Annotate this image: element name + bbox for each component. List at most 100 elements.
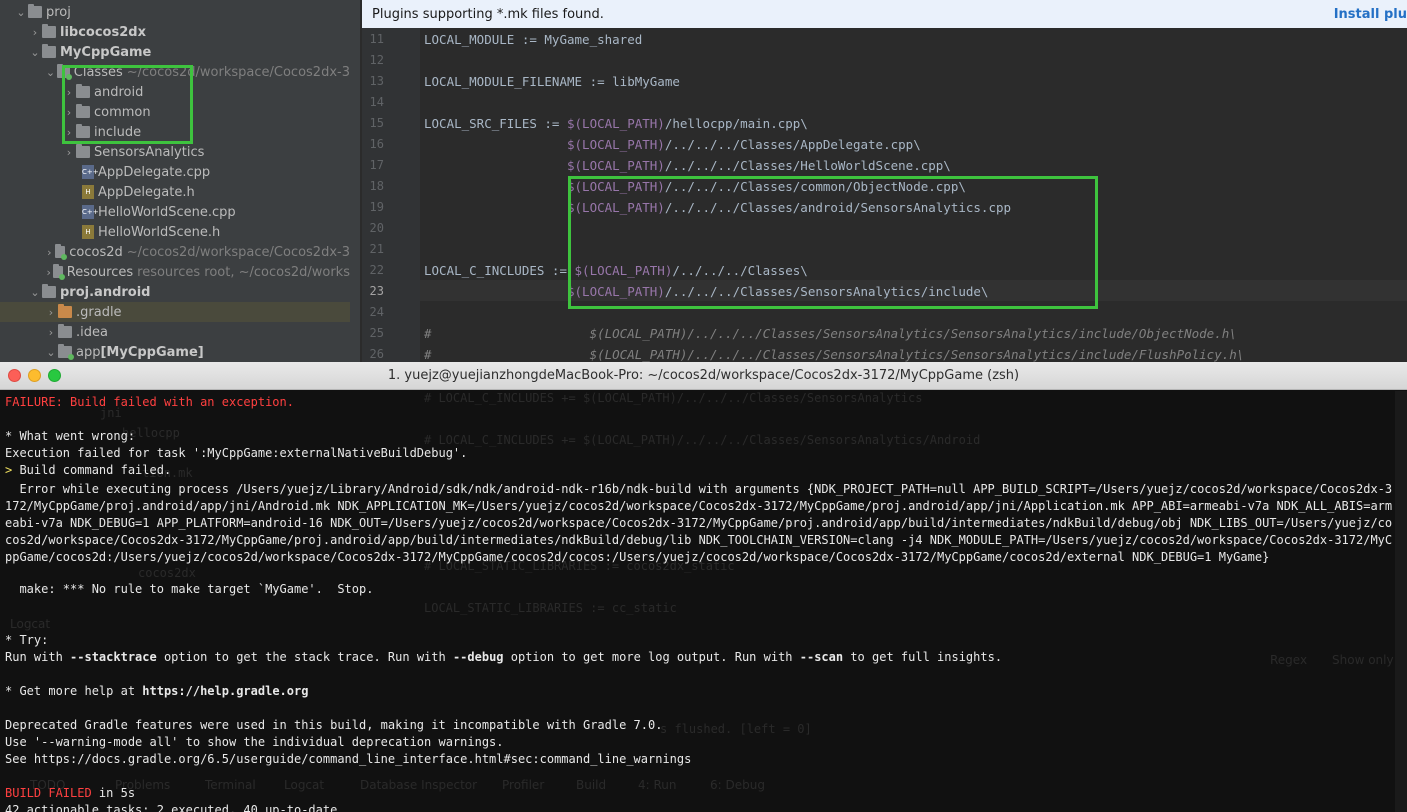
folder-icon [58, 344, 74, 360]
folder-icon [76, 144, 90, 158]
try-heading: * Try: [5, 633, 49, 647]
tree-item-proj-android[interactable]: ⌄ proj.android [0, 282, 350, 302]
tree-item-idea[interactable]: › .idea [0, 322, 350, 342]
tree-item-resources[interactable]: › Resources resources root, ~/cocos2d/wo… [0, 262, 350, 282]
folder-icon [42, 44, 56, 58]
ghost-text: # LOCAL_C_INCLUDES += $(LOCAL_PATH)/../.… [424, 433, 981, 447]
ghost-text: cocos2dx [138, 566, 196, 580]
tree-item-mycppgame[interactable]: ⌄ MyCppGame [0, 42, 350, 62]
code-editor[interactable]: Plugins supporting *.mk files found. Ins… [362, 0, 1407, 362]
code-var: $(LOCAL_PATH) [567, 116, 665, 131]
ghost-text: 4: Run [638, 778, 677, 792]
scan-flag: --scan [799, 650, 844, 664]
tree-item-appdelegate-h[interactable]: H AppDelegate.h [0, 182, 350, 202]
folder-icon [58, 324, 72, 338]
highlight-box [62, 65, 193, 144]
tree-item-proj[interactable]: ⌄ proj [0, 2, 350, 22]
tree-item-app[interactable]: ⌄ app [MyCppGame] [0, 342, 350, 362]
chevron-down-icon[interactable]: ⌄ [44, 346, 58, 359]
chevron-right-icon[interactable]: › [28, 26, 42, 39]
chevron-right-icon[interactable]: › [44, 306, 58, 319]
see-docs-line: See https://docs.gradle.org/6.5/userguid… [5, 752, 692, 766]
line-number: 17 [369, 158, 384, 172]
run-text: option to get more log output. Run with [503, 650, 800, 664]
help-url[interactable]: https://help.gradle.org [142, 684, 308, 698]
code-text: LOCAL_MODULE := MyGame_shared [424, 32, 643, 47]
ghost-text: # LOCAL_C_INCLUDES += $(LOCAL_PATH)/../.… [424, 391, 923, 405]
close-icon[interactable] [8, 369, 21, 382]
tasks-line: 42 actionable tasks: 2 executed, 40 up-t… [5, 803, 338, 812]
tree-item-sensorsanalytics[interactable]: › SensorsAnalytics [0, 142, 350, 162]
code-text: LOCAL_C_INCLUDES := [424, 263, 575, 278]
tree-item-gradle[interactable]: › .gradle [0, 302, 350, 322]
terminal-scrollbar[interactable] [1395, 391, 1407, 812]
run-text: to get full insights. [843, 650, 1003, 664]
code-line-15: LOCAL_SRC_FILES := $(LOCAL_PATH)/hellocp… [424, 116, 808, 131]
ghost-text: LOCAL_STATIC_LIBRARIES := cc_static [424, 601, 677, 615]
tree-item-helloworldscene-cpp[interactable]: C++ HelloWorldScene.cpp [0, 202, 350, 222]
chevron-down-icon[interactable]: ⌄ [28, 46, 42, 59]
code-line-17: $(LOCAL_PATH)/../../../Classes/HelloWorl… [424, 158, 951, 173]
minimize-icon[interactable] [28, 369, 41, 382]
highlight-box [568, 176, 1098, 309]
code-text: LOCAL_MODULE_FILENAME := libMyGame [424, 74, 680, 89]
terminal-titlebar: 1. yuejz@yuejianzhongdeMacBook-Pro: ~/co… [0, 362, 1407, 390]
line-number: 14 [369, 95, 384, 109]
line-number: 13 [369, 74, 384, 88]
tree-item-appdelegate-cpp[interactable]: C++ AppDelegate.cpp [0, 162, 350, 182]
build-command-text: Build command failed. [12, 463, 172, 477]
tree-item-hint: [MyCppGame] [100, 344, 204, 360]
tree-item-label: app [76, 344, 101, 360]
code-text: /../../../Classes/HelloWorldScene.cpp\ [664, 158, 951, 173]
ghost-text: Regex [1270, 653, 1308, 667]
ghost-text: Show only [1332, 653, 1394, 667]
folder-icon [42, 284, 56, 298]
ghost-text: Build [576, 778, 607, 792]
deprecated-line: Deprecated Gradle features were used in … [5, 718, 663, 732]
chevron-down-icon[interactable]: ⌄ [28, 286, 42, 299]
warning-mode-line: Use '--warning-mode all' to show the ind… [5, 735, 504, 749]
line-number: 19 [369, 200, 384, 214]
folder-icon [54, 244, 67, 260]
chevron-down-icon[interactable]: ⌄ [14, 6, 28, 19]
stacktrace-flag: --stacktrace [70, 650, 157, 664]
ghost-text: Profiler [502, 778, 545, 792]
zoom-icon[interactable] [48, 369, 61, 382]
line-number: 15 [369, 116, 384, 130]
tree-item-libcocos2dx[interactable]: › libcocos2dx [0, 22, 350, 42]
terminal-output[interactable]: jni hellocpp tion.mk # LOCAL_C_INCLUDES … [0, 391, 1395, 812]
debug-flag: --debug [452, 650, 504, 664]
tree-item-hint: ~/cocos2d/workspace/Cocos2dx-3 [126, 244, 350, 260]
code-text: /../../../Classes/AppDelegate.cpp\ [664, 137, 921, 152]
terminal-window[interactable]: 1. yuejz@yuejianzhongdeMacBook-Pro: ~/co… [0, 362, 1407, 812]
line-number: 21 [369, 242, 384, 256]
line-number: 11 [369, 32, 384, 46]
chevron-right-icon[interactable]: › [44, 326, 58, 339]
install-plugins-link[interactable]: Install plu [1334, 7, 1407, 22]
chevron-down-icon[interactable]: ⌄ [44, 66, 57, 79]
tree-item-cocos2d[interactable]: › cocos2d ~/cocos2d/workspace/Cocos2dx-3 [0, 242, 350, 262]
chevron-right-icon[interactable]: › [44, 246, 55, 259]
chevron-right-icon[interactable]: › [62, 146, 76, 159]
build-time: in 5s [91, 786, 136, 800]
tree-item-label: .idea [76, 324, 108, 340]
code-line-16: $(LOCAL_PATH)/../../../Classes/AppDelega… [424, 137, 921, 152]
tree-scrollbar[interactable] [350, 0, 358, 362]
failure-line: FAILURE: Build failed with an exception. [5, 395, 294, 409]
code-line-25: # $(LOCAL_PATH)/../../../Classes/Sensors… [424, 326, 1237, 341]
line-number-gutter: 11 12 13 14 15 16 17 18 19 20 21 22 23 2… [362, 28, 420, 362]
tree-item-helloworldscene-h[interactable]: H HelloWorldScene.h [0, 222, 350, 242]
tree-item-label: HelloWorldScene.cpp [98, 204, 236, 220]
line-number: 16 [369, 137, 384, 151]
code-text: /hellocpp/main.cpp\ [664, 116, 808, 131]
header-file-icon: H [82, 225, 94, 239]
line-number: 25 [369, 326, 384, 340]
build-failed-label: BUILD FAILED [5, 786, 92, 800]
run-text: Run with [5, 650, 71, 664]
chevron-right-icon[interactable]: › [44, 266, 53, 279]
tree-item-label: SensorsAnalytics [94, 144, 205, 160]
tree-item-hint: resources root, ~/cocos2d/works [137, 264, 350, 280]
